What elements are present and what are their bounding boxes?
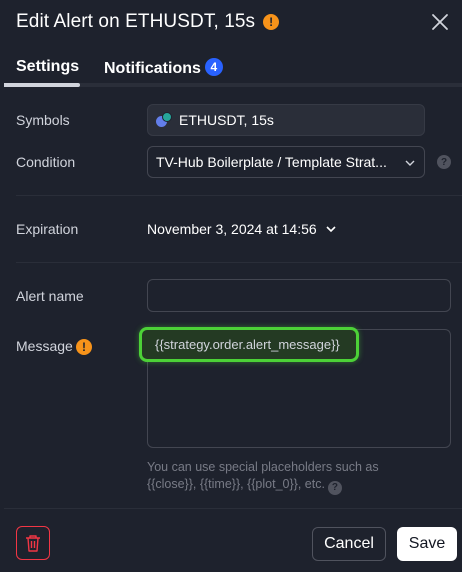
hint-line-1: You can use special placeholders such as (147, 460, 379, 474)
chevron-down-icon (405, 160, 415, 166)
dialog-header: Edit Alert on ETHUSDT, 15s ! (16, 8, 280, 36)
tab-settings[interactable]: Settings (16, 58, 79, 76)
message-warning-icon[interactable]: ! (76, 339, 92, 355)
ethereum-symbol-icon (156, 112, 172, 128)
message-label: Message (16, 338, 73, 354)
active-tab-indicator (4, 83, 80, 87)
section-divider (16, 262, 462, 263)
symbols-field[interactable]: ETHUSDT, 15s (147, 104, 425, 136)
condition-help-icon[interactable]: ? (437, 155, 451, 169)
tab-notifications-label: Notifications (104, 60, 201, 77)
section-divider (16, 195, 462, 196)
save-button[interactable]: Save (397, 527, 457, 561)
hint-line-2: {{close}}, {{time}}, {{plot_0}}, etc. (147, 477, 325, 491)
alert-name-label: Alert name (16, 288, 84, 304)
tab-bar: Settings Notifications 4 (4, 54, 462, 88)
chevron-down-icon (326, 226, 336, 233)
trash-icon (26, 535, 40, 552)
tab-settings-label: Settings (16, 58, 80, 75)
hint-help-icon[interactable]: ? (327, 480, 342, 495)
tab-notifications[interactable]: Notifications 4 (104, 58, 223, 78)
footer-divider (4, 508, 462, 509)
alert-name-input[interactable] (147, 279, 451, 312)
message-content-highlight[interactable]: {{strategy.order.alert_message}} (139, 327, 359, 362)
expiration-label: Expiration (16, 221, 79, 237)
symbols-label: Symbols (16, 112, 70, 128)
symbols-value: ETHUSDT, 15s (179, 112, 274, 128)
condition-label: Condition (16, 154, 76, 170)
cancel-button[interactable]: Cancel (312, 527, 386, 561)
warning-icon[interactable]: ! (263, 14, 280, 30)
close-icon[interactable] (428, 10, 452, 34)
expiration-value: November 3, 2024 at 14:56 (147, 221, 317, 237)
dialog-title: Edit Alert on ETHUSDT, 15s (16, 11, 256, 32)
notifications-count-badge: 4 (204, 58, 223, 76)
condition-value: TV-Hub Boilerplate / Template Strat... (156, 154, 387, 170)
condition-select[interactable]: TV-Hub Boilerplate / Template Strat... (147, 146, 425, 178)
edit-alert-dialog: Edit Alert on ETHUSDT, 15s ! Settings No… (4, 0, 462, 572)
expiration-dropdown[interactable]: November 3, 2024 at 14:56 (147, 221, 337, 237)
placeholder-hint: You can use special placeholders such as… (147, 459, 427, 495)
delete-alert-button[interactable] (16, 526, 50, 560)
